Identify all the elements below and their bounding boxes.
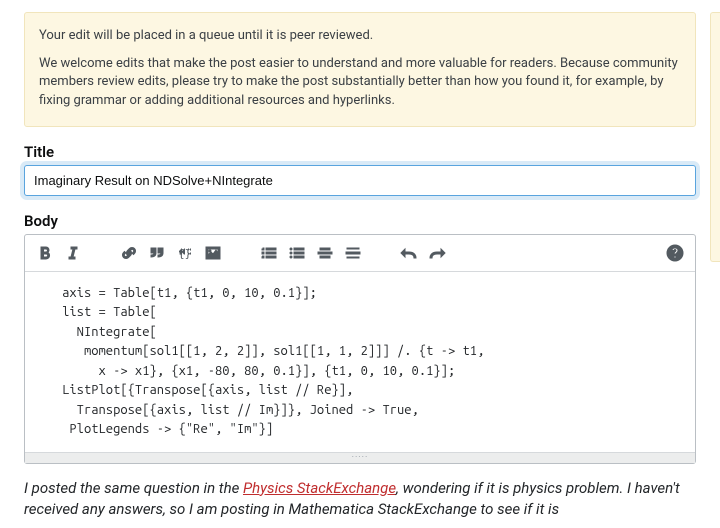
unordered-list-button[interactable] — [283, 239, 311, 267]
redo-button[interactable] — [423, 239, 451, 267]
notice-line-1: Your edit will be placed in a queue unti… — [39, 27, 681, 45]
body-label: Body — [24, 212, 696, 230]
physics-stackexchange-link[interactable]: Physics StackExchange — [243, 479, 396, 497]
body-textarea[interactable]: axis = Table[t1, {t1, 0, 10, 0.1}]; list… — [25, 272, 695, 452]
link-button[interactable] — [115, 239, 143, 267]
ordered-list-button[interactable] — [255, 239, 283, 267]
preview-text-before: I posted the same question in the — [24, 479, 243, 497]
title-label: Title — [24, 143, 696, 161]
quote-button[interactable] — [143, 239, 171, 267]
code-button[interactable]: {} — [171, 239, 199, 267]
image-button[interactable] — [199, 239, 227, 267]
edit-queue-notice: Your edit will be placed in a queue unti… — [24, 12, 696, 127]
undo-button[interactable] — [395, 239, 423, 267]
italic-button[interactable] — [59, 239, 87, 267]
edit-form: Your edit will be placed in a queue unti… — [0, 0, 720, 520]
svg-text:{}: {} — [178, 247, 191, 260]
help-button[interactable] — [661, 239, 689, 267]
bold-button[interactable] — [31, 239, 59, 267]
editor-resize-grippie[interactable]: ····· — [25, 452, 695, 463]
heading-button[interactable] — [311, 239, 339, 267]
title-input[interactable] — [24, 165, 696, 196]
hr-button[interactable] — [339, 239, 367, 267]
sidebar-notice-stub — [710, 12, 720, 262]
body-preview: I posted the same question in the Physic… — [24, 478, 696, 520]
editor-toolbar: {} — [25, 235, 695, 272]
notice-line-2: We welcome edits that make the post easi… — [39, 55, 681, 110]
body-editor: {} — [24, 234, 696, 464]
